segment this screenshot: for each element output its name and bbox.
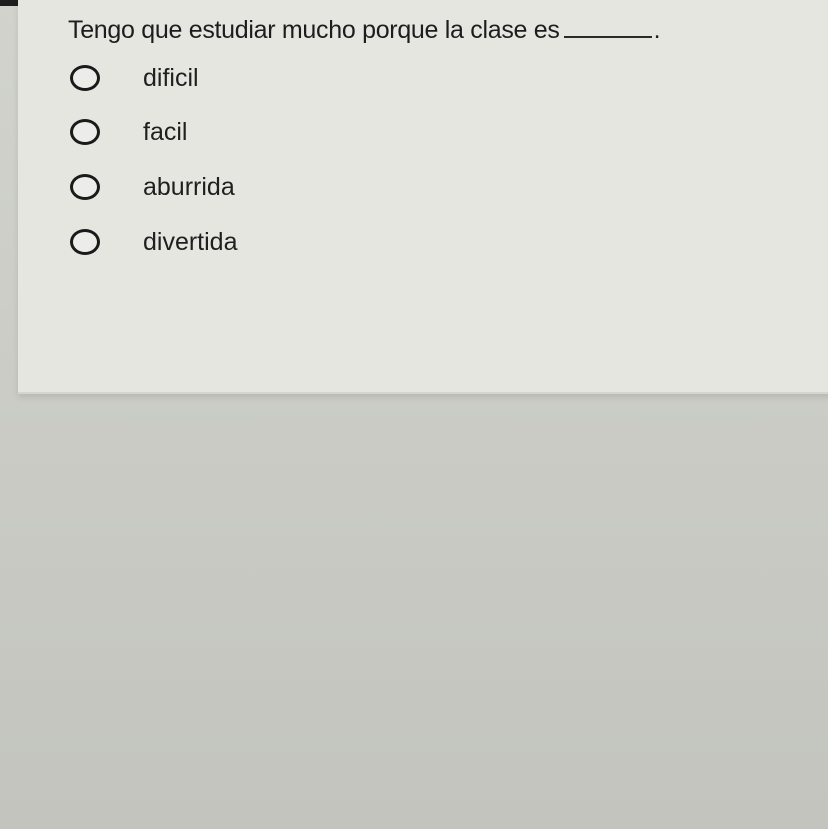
page: Tengo que estudiar mucho porque la clase… xyxy=(0,0,828,829)
question-period: . xyxy=(653,16,661,44)
radio-button[interactable] xyxy=(70,174,100,200)
question-text: Tengo que estudiar mucho porque la clase… xyxy=(68,16,560,44)
option-label: dificil xyxy=(143,63,199,92)
question-card: Tengo que estudiar mucho porque la clase… xyxy=(18,0,828,394)
answer-blank xyxy=(563,16,652,38)
option-divertida[interactable]: divertida xyxy=(70,222,238,262)
option-aburrida[interactable]: aburrida xyxy=(70,167,235,207)
radio-button[interactable] xyxy=(70,119,100,145)
option-label: facil xyxy=(143,117,188,146)
option-facil[interactable]: facil xyxy=(70,112,187,152)
option-label: divertida xyxy=(143,227,238,256)
question-prompt: Tengo que estudiar mucho porque la clase… xyxy=(68,16,661,45)
option-label: aburrida xyxy=(143,172,235,201)
radio-button[interactable] xyxy=(70,229,100,255)
option-dificil[interactable]: dificil xyxy=(70,58,199,98)
radio-button[interactable] xyxy=(70,65,100,91)
